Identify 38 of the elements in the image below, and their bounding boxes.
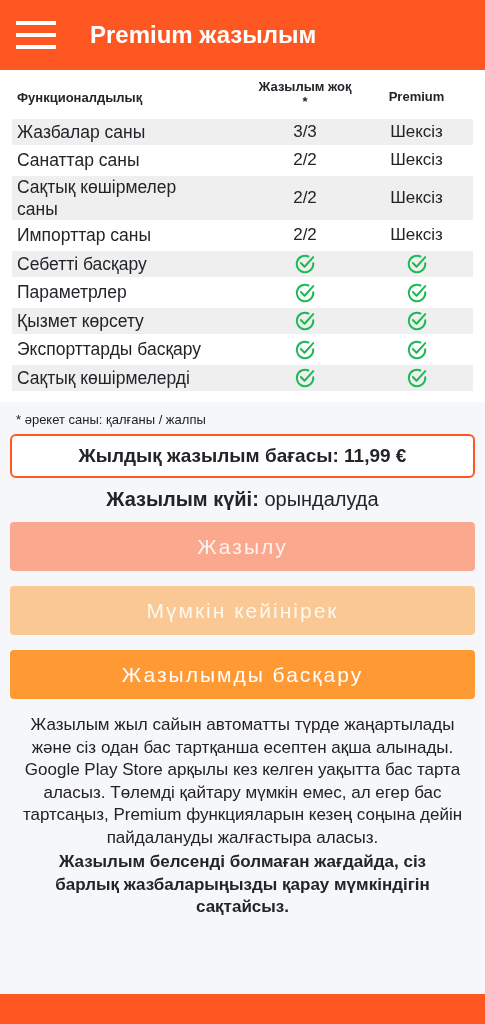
check-circle-icon	[294, 281, 316, 304]
table-cell: Шексіз	[390, 187, 443, 207]
feature-label: Себетті басқару	[17, 253, 147, 274]
check-circle-icon	[294, 310, 316, 333]
column-header: Premium	[388, 89, 445, 105]
check-circle-icon	[405, 281, 428, 304]
status-text: Жазылым күйі: орындалуда	[105, 487, 380, 512]
column-header: Функционалдылық	[17, 90, 143, 105]
action-button[interactable]: Жазылымды басқару	[10, 650, 475, 699]
table-cell: Шексіз	[390, 225, 443, 245]
column-header: Жазылым жоқ *	[257, 78, 353, 109]
feature-label: Қызмет көрсету	[17, 310, 144, 331]
feature-label: Жазбалар саны	[17, 121, 146, 142]
table-cell: 3/3	[293, 121, 317, 141]
info-text: Жазылым жыл сайын автоматты түрде жаңартылады және сіз одан бас тартқанша есептен ақша алынады. Google Play Store арқылы кез келген уақытта бас тарта аласыз. Төлемді қайтару мүмкін емес, ал егер бас тартсаңыз, Premium функцияларын кезең соңына дейін пайдалануды жалғастыра аласыз.	[21, 714, 464, 849]
check-circle-icon	[405, 310, 428, 333]
feature-label: Параметрлер	[17, 282, 127, 302]
price-label: Жылдық жазылым бағасы: 11,99 €	[10, 433, 475, 478]
table-cell: 2/2	[293, 187, 317, 207]
check-circle-icon	[405, 253, 428, 276]
check-circle-icon	[294, 338, 316, 361]
table-cell: 2/2	[293, 150, 317, 170]
table-cell: 2/2	[293, 225, 317, 245]
feature-label: Экспорттарды басқару	[17, 339, 202, 359]
check-circle-icon	[405, 367, 428, 390]
feature-label: Импорттар саны	[17, 225, 152, 245]
feature-label: Сақтық көшірмелерді	[17, 367, 190, 388]
check-circle-icon	[294, 253, 316, 276]
table-cell: Шексіз	[390, 150, 443, 170]
check-circle-icon	[405, 338, 428, 361]
screen-title: Premium жазылым	[90, 20, 317, 50]
info-note: Жазылым белсенді болмаған жағдайда, сіз барлық жазбаларыңызды қарау мүмкіндігін сақтайсыз.	[54, 851, 431, 918]
feature-label: Сақтық көшірмелер саны	[17, 176, 177, 219]
footnote: * әрекет саны: қалғаны / жалпы	[15, 411, 207, 429]
check-circle-icon	[294, 367, 316, 390]
menu-icon[interactable]	[16, 21, 56, 49]
feature-label: Санаттар саны	[17, 150, 140, 170]
table-cell: Шексіз	[390, 121, 443, 141]
